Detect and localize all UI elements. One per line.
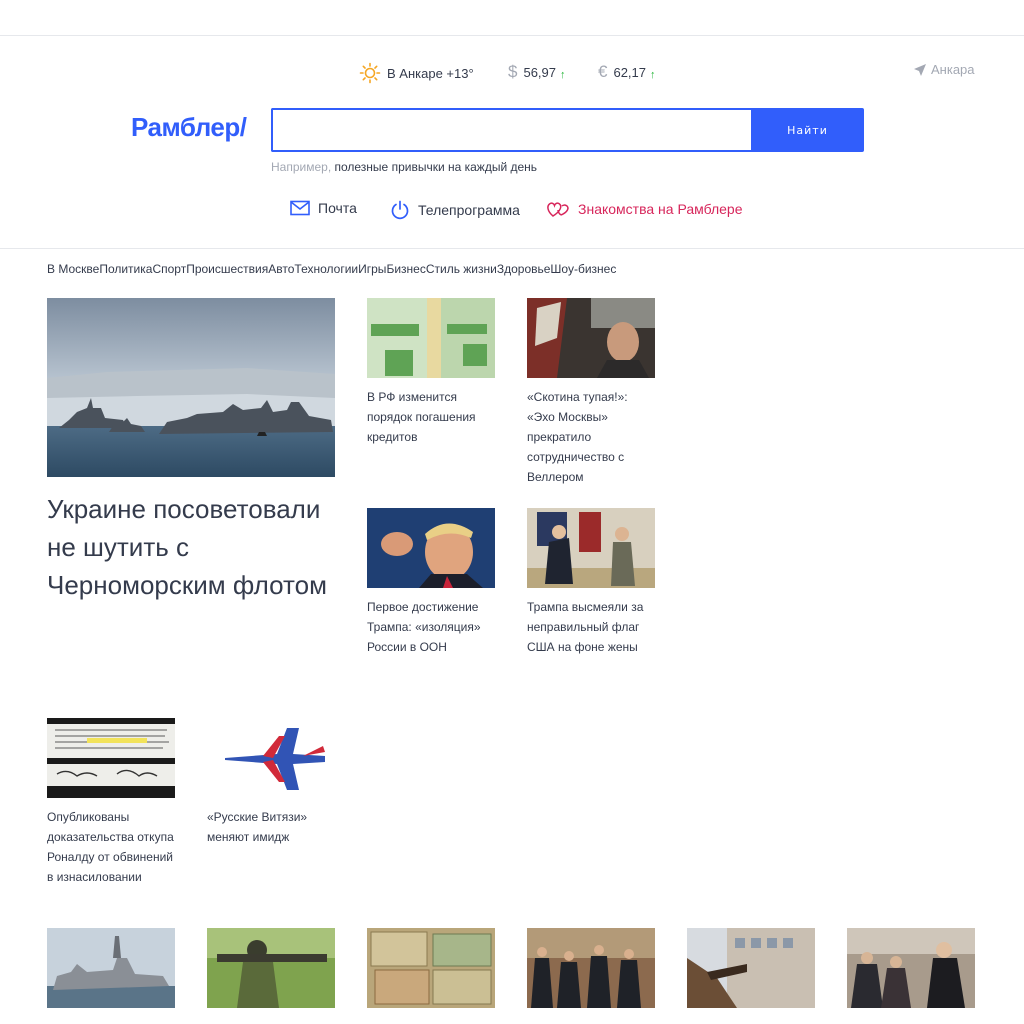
news-card[interactable] xyxy=(847,928,975,1008)
news-card[interactable]: «Русские Витязи» меняют имидж xyxy=(207,718,335,847)
main-news[interactable]: Украине посоветовали не шутить с Черномо… xyxy=(47,298,335,604)
news-card[interactable]: «Скотина тупая!»: «Эхо Москвы» прекратил… xyxy=(527,298,655,487)
eur-value: 62,17 xyxy=(613,64,647,80)
service-dating[interactable]: Знакомства на Рамблере xyxy=(546,200,743,218)
top-bar xyxy=(0,0,1024,36)
service-mail-label: Почта xyxy=(318,200,357,216)
weather-text: В Анкаре +13° xyxy=(387,65,474,81)
eur-rate[interactable]: € 62,17 ↑ xyxy=(598,62,656,82)
dollar-icon: $ xyxy=(508,62,518,81)
news-card[interactable] xyxy=(687,928,815,1008)
topic-link[interactable]: Бизнес xyxy=(386,262,425,276)
topic-link[interactable]: Политика xyxy=(99,262,152,276)
news-card[interactable]: Опубликованы доказательства откупа Ронал… xyxy=(47,718,175,887)
topic-link[interactable]: Здоровье xyxy=(497,262,551,276)
news-card[interactable]: Трампа высмеяли за неправильный флаг США… xyxy=(527,508,655,657)
service-tv[interactable]: Телепрограмма xyxy=(390,200,520,220)
news-image-jet xyxy=(207,718,335,798)
up-arrow-icon: ↑ xyxy=(650,68,656,81)
news-title: В РФ изменится порядок погашения кредито… xyxy=(367,390,476,444)
news-title: «Скотина тупая!»: «Эхо Москвы» прекратил… xyxy=(527,390,628,484)
news-title: Первое достижение Трампа: «изоляция» Рос… xyxy=(367,600,481,654)
service-tv-label: Телепрограмма xyxy=(418,202,520,218)
topics-nav: В Москве Политика Спорт Происшествия Авт… xyxy=(47,262,616,276)
topic-link[interactable]: Игры xyxy=(358,262,386,276)
search-hint: Например, полезные привычки на каждый де… xyxy=(271,160,537,174)
euro-icon: € xyxy=(598,62,608,81)
services-row: Почта Телепрограмма Знакомства на Рамбле… xyxy=(0,200,1024,224)
news-image-ship xyxy=(47,928,175,1008)
search-button[interactable]: Найти xyxy=(751,108,864,152)
news-image-officials xyxy=(527,928,655,1008)
news-image-bonds xyxy=(367,928,495,1008)
search-input[interactable] xyxy=(271,108,752,152)
topic-link[interactable]: Авто xyxy=(268,262,294,276)
news-image-demolition xyxy=(687,928,815,1008)
up-arrow-icon: ↑ xyxy=(560,68,566,81)
sun-icon xyxy=(359,62,381,84)
topic-link[interactable]: Стиль жизни xyxy=(426,262,497,276)
news-title: Трампа высмеяли за неправильный флаг США… xyxy=(527,600,644,654)
service-mail[interactable]: Почта xyxy=(290,200,357,216)
location-selector[interactable]: Анкара xyxy=(913,62,975,77)
location-arrow-icon xyxy=(914,63,926,76)
weather-widget[interactable]: В Анкаре +13° xyxy=(359,62,474,84)
main-news-image xyxy=(47,298,335,477)
topic-link[interactable]: Шоу-бизнес xyxy=(550,262,616,276)
mail-icon xyxy=(290,200,310,216)
rambler-logo[interactable]: Рамблер/ xyxy=(131,112,247,143)
news-card[interactable] xyxy=(367,928,495,1008)
news-title: «Русские Витязи» меняют имидж xyxy=(207,810,308,844)
usd-value: 56,97 xyxy=(523,64,557,80)
news-image-trump xyxy=(367,508,495,588)
topic-link[interactable]: Спорт xyxy=(152,262,186,276)
hearts-icon xyxy=(547,202,569,217)
hint-example-link[interactable]: полезные привычки на каждый день xyxy=(334,160,537,174)
divider xyxy=(0,248,1024,249)
news-image-document xyxy=(47,718,175,798)
topic-link[interactable]: Происшествия xyxy=(186,262,268,276)
news-image-soldier xyxy=(207,928,335,1008)
topic-link[interactable]: В Москве xyxy=(47,262,99,276)
topic-link[interactable]: Технологии xyxy=(294,262,358,276)
info-row: В Анкаре +13° $ 56,97 ↑ € 62,17 ↑ Анкара xyxy=(0,60,1024,84)
news-card[interactable] xyxy=(527,928,655,1008)
news-image-crowd xyxy=(847,928,975,1008)
main-news-title: Украине посоветовали не шутить с Черномо… xyxy=(47,494,327,600)
news-card[interactable]: Первое достижение Трампа: «изоляция» Рос… xyxy=(367,508,495,657)
hint-prefix: Например, xyxy=(271,160,335,174)
location-label: Анкара xyxy=(931,62,975,77)
power-icon xyxy=(391,200,409,220)
news-image-trump-wife xyxy=(527,508,655,588)
news-card[interactable] xyxy=(47,928,175,1008)
news-card[interactable] xyxy=(207,928,335,1008)
news-title: Опубликованы доказательства откупа Ронал… xyxy=(47,810,174,884)
news-card[interactable]: В РФ изменится порядок погашения кредито… xyxy=(367,298,495,447)
usd-rate[interactable]: $ 56,97 ↑ xyxy=(508,62,566,82)
news-image-weller xyxy=(527,298,655,378)
news-image-credits xyxy=(367,298,495,378)
service-dating-label: Знакомства на Рамблере xyxy=(578,201,743,217)
